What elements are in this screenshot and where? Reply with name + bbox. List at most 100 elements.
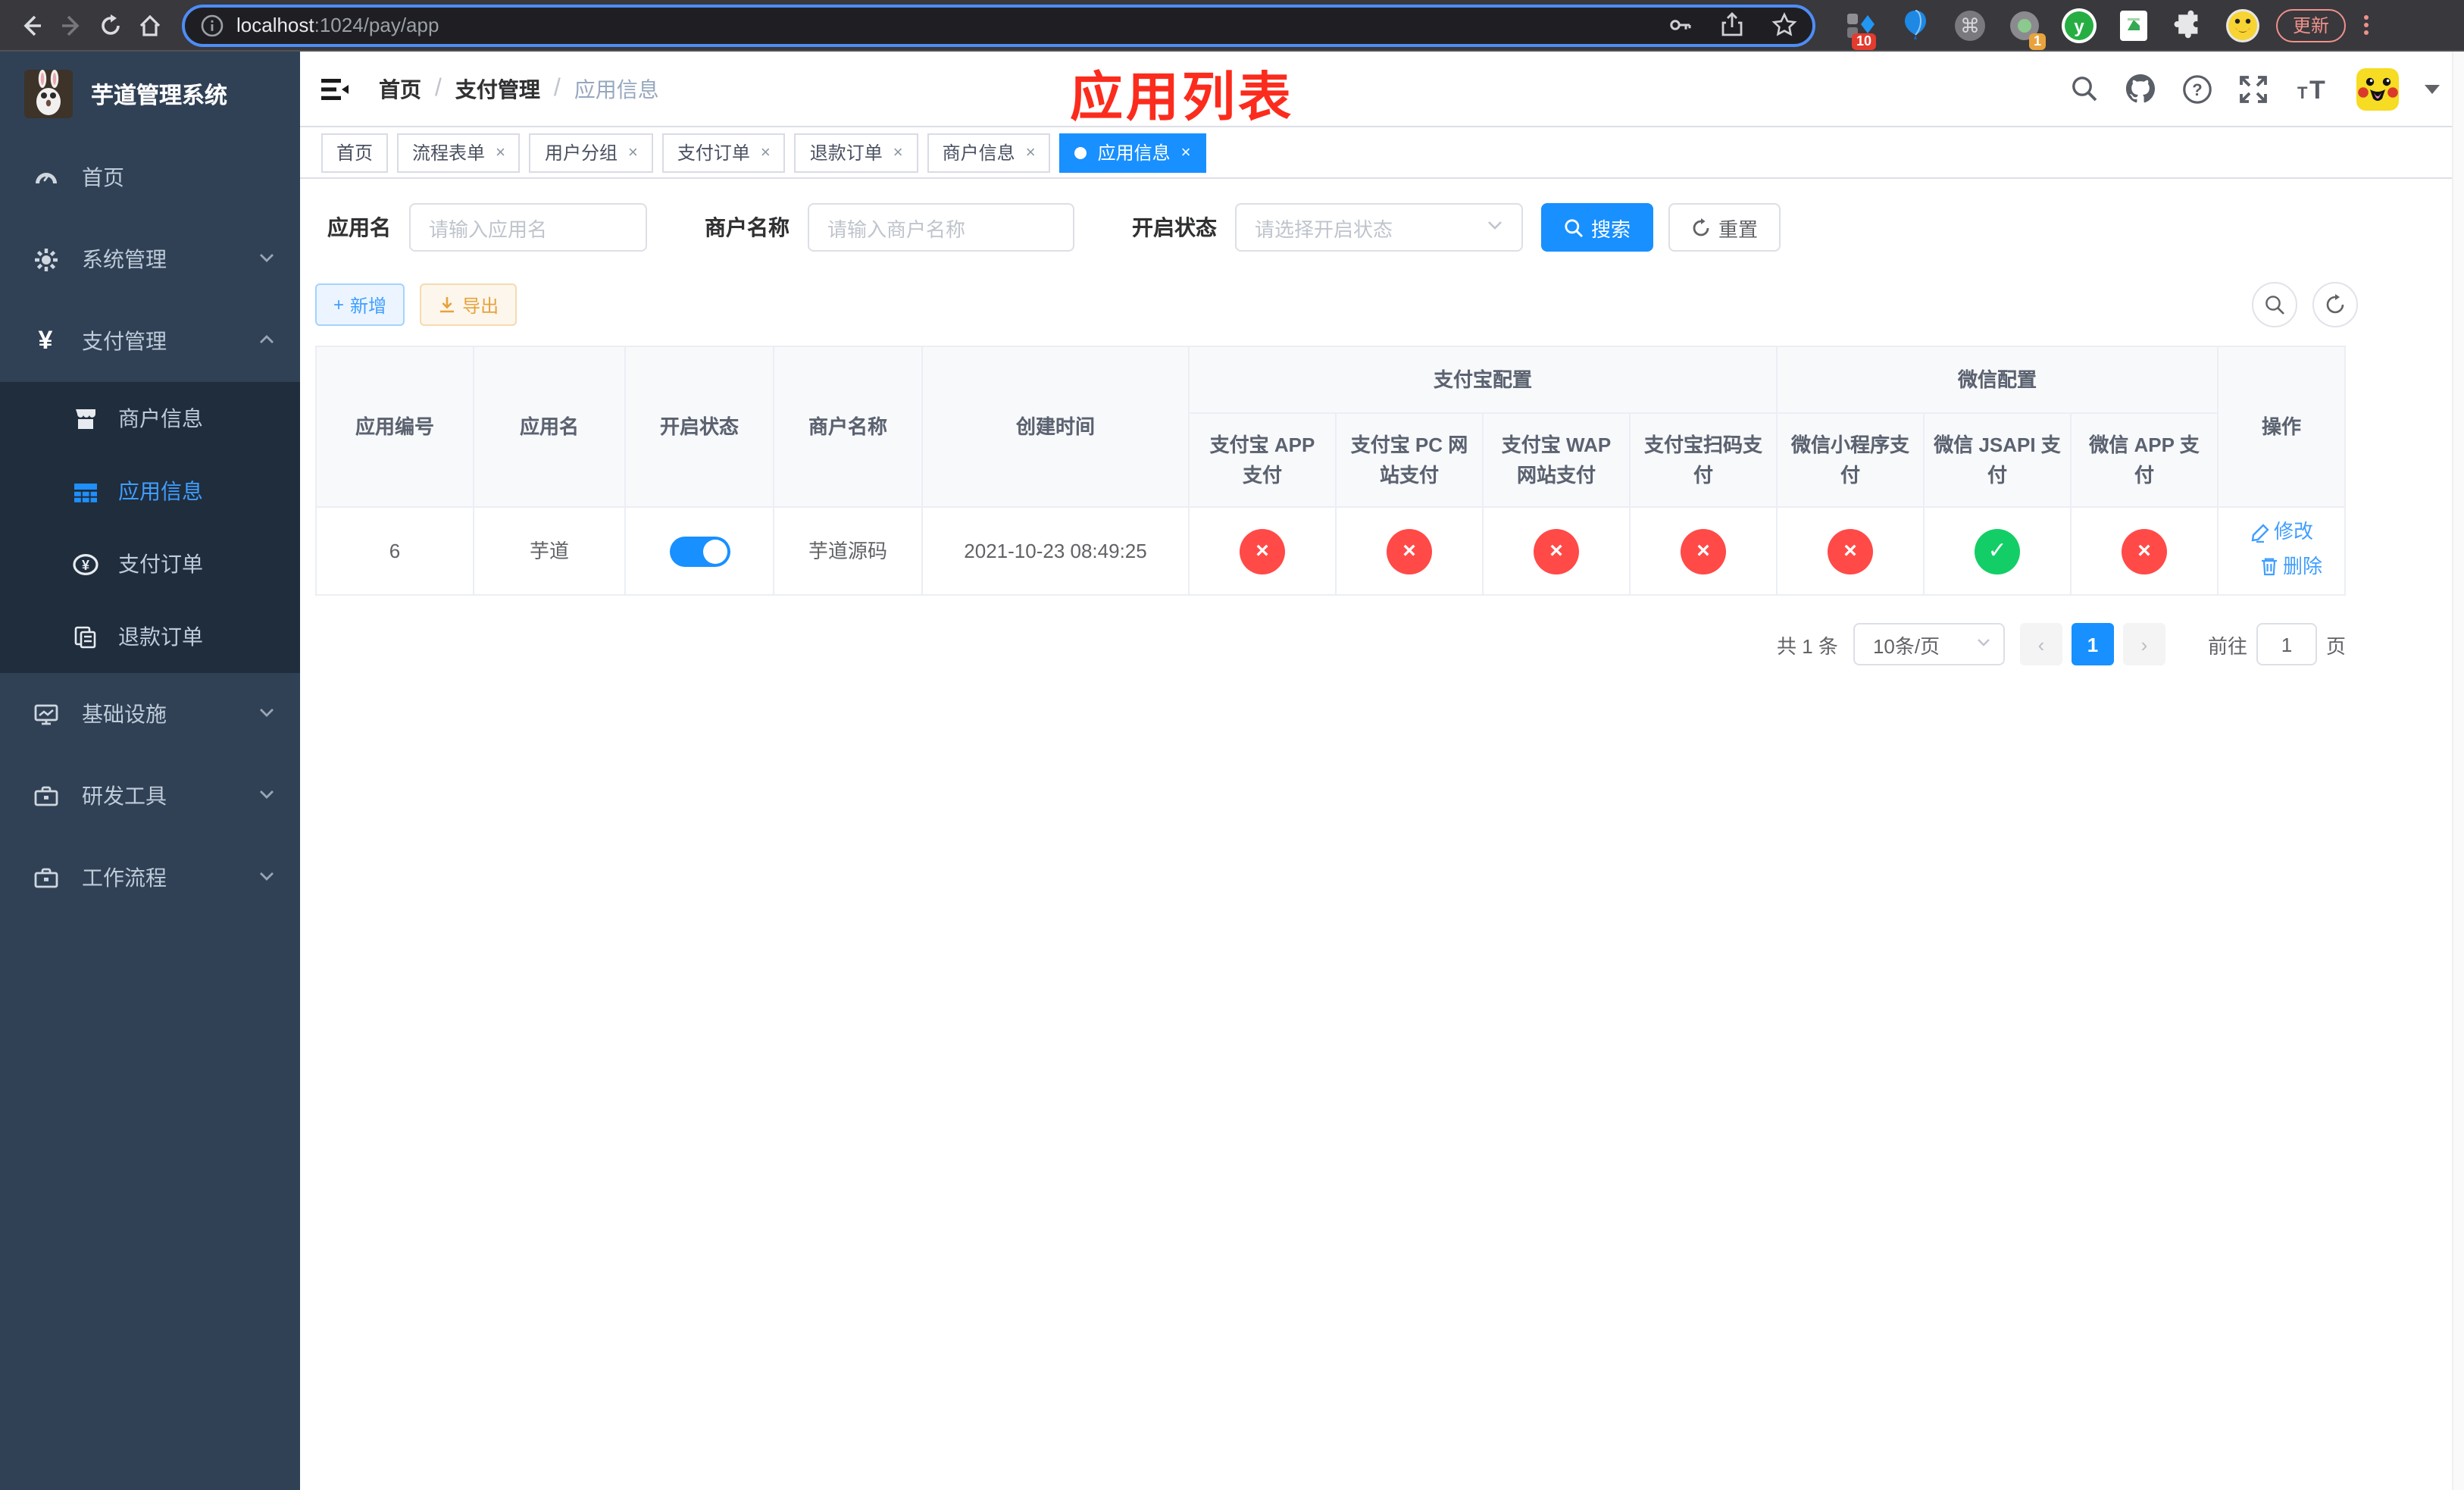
status-cross-icon[interactable]: × — [1240, 528, 1285, 574]
show-search-toggle-button[interactable] — [2252, 282, 2297, 327]
home-icon[interactable] — [130, 5, 170, 45]
toolbox-icon — [30, 862, 61, 893]
col-group-wechat: 微信配置 — [1776, 346, 2219, 414]
sidebar-item-dev-tools[interactable]: 研发工具 — [0, 755, 300, 837]
extension-balloon-icon[interactable] — [1897, 7, 1934, 43]
sidebar-item-workflow[interactable]: 工作流程 — [0, 837, 300, 919]
status-cross-icon[interactable]: × — [1828, 528, 1874, 574]
close-icon[interactable]: × — [761, 143, 771, 161]
extension-badge: 1 — [2028, 33, 2046, 49]
reload-icon[interactable] — [91, 5, 130, 45]
avatar[interactable] — [2356, 67, 2399, 110]
extension-recorder-icon[interactable]: 1 — [2006, 7, 2046, 49]
edit-link[interactable]: 修改 — [2250, 517, 2313, 547]
app-name-input[interactable]: 请输入应用名 — [409, 203, 647, 252]
tag-pay-orders[interactable]: 支付订单 × — [661, 133, 786, 172]
extension-puzzle-icon[interactable] — [2170, 7, 2206, 43]
sidebar-item-infrastructure[interactable]: 基础设施 — [0, 673, 300, 755]
add-button[interactable]: + 新增 — [315, 283, 405, 326]
cell-wechat-app: × — [2070, 506, 2219, 596]
close-icon[interactable]: × — [496, 143, 505, 161]
col-alipay-qr: 支付宝扫码支付 — [1628, 412, 1778, 508]
sidebar-item-system[interactable]: 系统管理 — [0, 218, 300, 300]
browser-chrome: localhost:1024/pay/app 10 ⌘ 1 y 更新 — [0, 0, 2464, 52]
chevron-down-icon — [258, 247, 276, 271]
chevron-up-icon — [258, 329, 276, 353]
status-cross-icon[interactable]: × — [1387, 528, 1432, 574]
share-icon[interactable] — [1720, 12, 1744, 38]
sidebar-item-refund-orders[interactable]: 退款订单 — [0, 600, 300, 673]
extension-blocks-icon[interactable]: 10 — [1843, 7, 1879, 49]
back-icon[interactable] — [12, 5, 52, 45]
extension-command-icon[interactable]: ⌘ — [1952, 7, 1988, 43]
fullscreen-icon[interactable] — [2238, 74, 2269, 104]
status-select[interactable]: 请选择开启状态 — [1235, 203, 1523, 252]
url-bar[interactable]: localhost:1024/pay/app — [182, 4, 1815, 46]
col-wechat-jsapi: 微信 JSAPI 支付 — [1923, 412, 2072, 508]
github-icon[interactable] — [2125, 73, 2156, 105]
status-cross-icon[interactable]: × — [1534, 528, 1579, 574]
extension-y-icon[interactable]: y — [2061, 7, 2097, 43]
sidebar-item-app-info[interactable]: 应用信息 — [0, 455, 300, 527]
status-toggle[interactable] — [669, 536, 730, 567]
reset-button[interactable]: 重置 — [1668, 203, 1781, 252]
chrome-update-button[interactable]: 更新 — [2276, 8, 2347, 42]
download-icon — [440, 297, 455, 313]
pagination: 共 1 条 10条/页 ‹ 1 › 前往 1 页 — [315, 623, 2346, 665]
status-cross-icon[interactable]: × — [1681, 528, 1726, 574]
tag-app-info-active[interactable]: 应用信息 × — [1059, 133, 1206, 172]
sidebar-item-home[interactable]: 首页 — [0, 136, 300, 218]
col-alipay-app: 支付宝 APP 支付 — [1188, 412, 1337, 508]
search-icon[interactable] — [2070, 74, 2099, 103]
bookmark-star-icon[interactable] — [1771, 12, 1797, 38]
close-icon[interactable]: × — [1181, 143, 1191, 161]
sidebar-logo[interactable]: 芋道管理系统 — [0, 52, 300, 136]
merchant-name-input[interactable]: 请输入商户名称 — [808, 203, 1074, 252]
url-text: localhost:1024/pay/app — [236, 14, 439, 36]
font-size-icon[interactable]: TT — [2294, 74, 2331, 104]
site-info-icon[interactable] — [200, 13, 224, 37]
close-icon[interactable]: × — [1026, 143, 1036, 161]
breadcrumb-payment[interactable]: 支付管理 — [455, 74, 540, 104]
cell-alipay-qr: × — [1628, 506, 1778, 596]
logo-image — [24, 70, 73, 118]
page-size-select[interactable]: 10条/页 — [1853, 623, 2005, 665]
status-check-icon[interactable]: ✓ — [1975, 528, 2021, 574]
sidebar-item-pay-orders[interactable]: ¥ 支付订单 — [0, 527, 300, 600]
col-status: 开启状态 — [624, 346, 774, 508]
gear-icon — [30, 244, 61, 274]
page-number-1[interactable]: 1 — [2071, 623, 2114, 665]
close-icon[interactable]: × — [628, 143, 638, 161]
screen: localhost:1024/pay/app 10 ⌘ 1 y 更新 芋道管理系… — [0, 0, 2464, 1490]
avatar-caret-icon[interactable] — [2425, 84, 2440, 93]
forward-icon[interactable] — [52, 5, 91, 45]
extension-emoji-icon[interactable] — [2225, 7, 2261, 43]
yen-circle-icon: ¥ — [70, 549, 100, 579]
close-icon[interactable]: × — [893, 143, 903, 161]
goto-page-input[interactable]: 1 — [2256, 623, 2317, 665]
status-cross-icon[interactable]: × — [2122, 528, 2168, 574]
next-page-button[interactable]: › — [2122, 623, 2165, 665]
refresh-table-button[interactable] — [2312, 282, 2358, 327]
sidebar: 芋道管理系统 首页 系统管理 ¥ 支付管理 商户信息 应用信息 ¥ 支付订单 退… — [0, 52, 300, 1490]
extension-doc-icon[interactable] — [2115, 7, 2152, 43]
help-icon[interactable]: ? — [2182, 74, 2212, 104]
export-button[interactable]: 导出 — [420, 283, 518, 326]
sidebar-item-payment[interactable]: ¥ 支付管理 — [0, 300, 300, 382]
breadcrumb-home[interactable]: 首页 — [379, 74, 421, 104]
tag-user-group[interactable]: 用户分组 × — [529, 133, 653, 172]
sidebar-item-merchant-info[interactable]: 商户信息 — [0, 382, 300, 455]
password-key-icon[interactable] — [1667, 12, 1693, 38]
delete-link[interactable]: 删除 — [2259, 551, 2322, 581]
tag-process-form[interactable]: 流程表单 × — [397, 133, 521, 172]
scrollbar[interactable] — [2452, 52, 2464, 1490]
sidebar-collapse-icon[interactable] — [318, 72, 352, 105]
chrome-menu-icon[interactable] — [2355, 15, 2376, 35]
prev-page-button[interactable]: ‹ — [2019, 623, 2062, 665]
tag-merchant-info[interactable]: 商户信息 × — [927, 133, 1051, 172]
tag-home[interactable]: 首页 — [321, 133, 389, 172]
breadcrumb-separator: / — [435, 75, 442, 101]
tags-view-bar: 首页 流程表单 × 用户分组 × 支付订单 × 退款订单 × 商户信息 × 应用信息 × — [300, 127, 2464, 179]
search-button[interactable]: 搜索 — [1541, 203, 1654, 252]
tag-refund-orders[interactable]: 退款订单 × — [794, 133, 918, 172]
